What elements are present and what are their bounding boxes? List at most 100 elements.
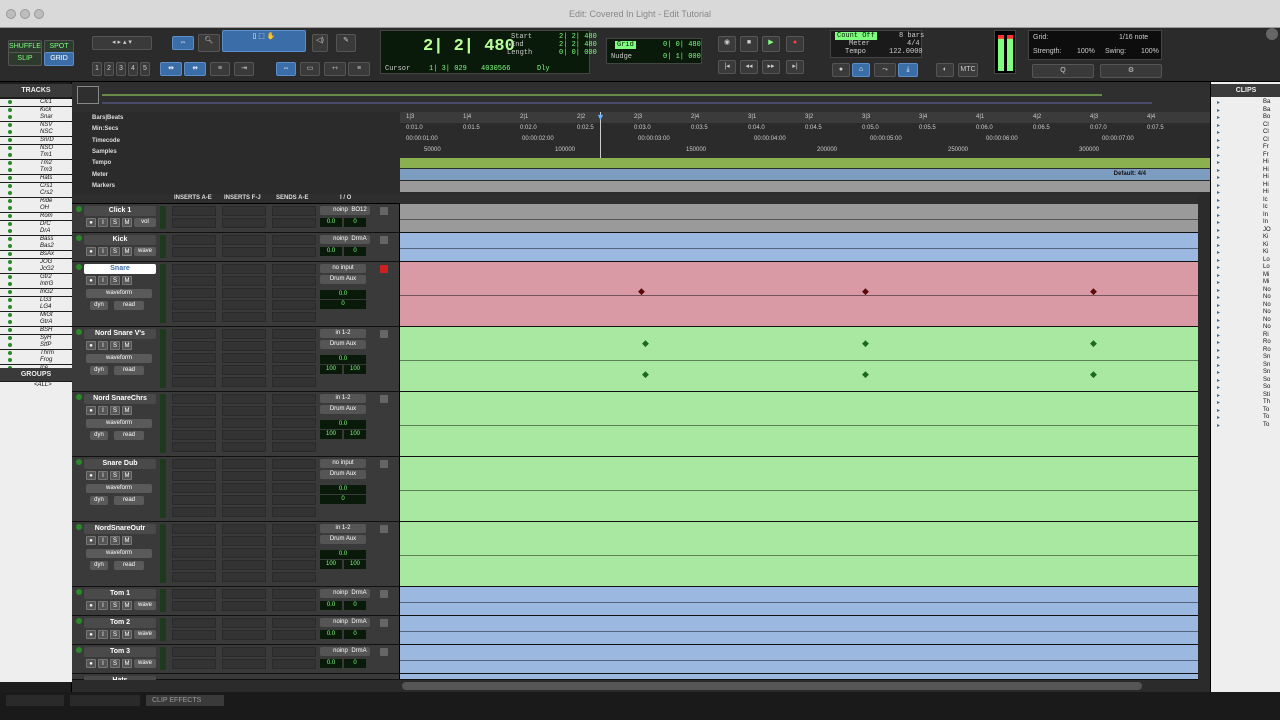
insert-slot[interactable]	[172, 459, 216, 469]
universe-overview[interactable]	[72, 82, 1210, 112]
clip-expand-icon[interactable]: ▸	[1217, 362, 1220, 369]
track-name[interactable]: Snare Dub	[84, 459, 156, 469]
clip-expand-icon[interactable]: ▸	[1217, 422, 1220, 429]
insert-slot[interactable]	[222, 601, 266, 611]
clip-list-item[interactable]: No ▸	[1211, 317, 1280, 324]
clip-expand-icon[interactable]: ▸	[1217, 174, 1220, 181]
insert-slot[interactable]	[172, 312, 216, 322]
send-slot[interactable]	[272, 471, 316, 481]
count-off-label[interactable]: Count Off	[835, 32, 877, 40]
grid-label[interactable]: Grid	[615, 41, 636, 49]
output-selector[interactable]: DrmA	[348, 647, 370, 656]
input-selector[interactable]: in 1-2	[320, 394, 366, 403]
send-slot[interactable]	[272, 589, 316, 599]
ruler-samples[interactable]: Samples	[92, 149, 117, 155]
input-selector[interactable]: no input	[320, 264, 366, 273]
send-slot[interactable]	[272, 365, 316, 375]
insert-slot[interactable]	[222, 495, 266, 505]
ruler-meter[interactable]: Meter	[92, 172, 108, 178]
track-visible-icon[interactable]	[8, 274, 12, 279]
send-slot[interactable]	[272, 394, 316, 404]
settings-gear-icon[interactable]: ⚙	[1100, 64, 1162, 78]
insert-slot[interactable]	[172, 483, 216, 493]
track-visible-icon[interactable]	[8, 252, 12, 256]
track-options-icon[interactable]	[380, 525, 388, 533]
track-options-icon[interactable]	[380, 330, 388, 338]
input-monitor-button[interactable]: I	[98, 247, 108, 256]
send-slot[interactable]	[272, 483, 316, 493]
clip-list-item[interactable]: Sn ▸	[1211, 362, 1280, 369]
insert-slot[interactable]	[222, 507, 266, 517]
ruler-min-secs[interactable]: Min:Secs	[92, 126, 118, 132]
nudge-label[interactable]: Nudge	[611, 53, 632, 61]
send-slot[interactable]	[272, 235, 316, 245]
automation-dyn-selector[interactable]: dyn	[90, 561, 108, 570]
insert-slot[interactable]	[222, 377, 266, 387]
mute-button[interactable]: M	[122, 341, 132, 350]
track-color-icon[interactable]	[76, 524, 82, 530]
insert-slot[interactable]	[172, 235, 216, 245]
send-slot[interactable]	[272, 618, 316, 628]
insert-slot[interactable]	[222, 548, 266, 558]
bars-beats-lane[interactable]: 1|3 1|4 2|1 2|2 2|3 2|4 3|1 3|2 3|3 3|4 4|1 4|2 4|3 4…	[400, 112, 1210, 123]
record-enable-button[interactable]: ●	[86, 247, 96, 256]
track-visible-icon[interactable]	[8, 191, 12, 196]
track-view-selector[interactable]: waveform	[86, 549, 152, 558]
link-timeline-icon[interactable]: ⇹	[160, 62, 182, 76]
clip-list-item[interactable]: Ic ▸	[1211, 204, 1280, 211]
pan-value[interactable]: 0	[344, 247, 366, 256]
track-color-icon[interactable]	[76, 647, 82, 653]
insert-slot[interactable]	[222, 459, 266, 469]
track-list-item[interactable]: Crs1	[0, 182, 72, 190]
mute-button[interactable]: M	[122, 601, 132, 610]
track-list-item[interactable]: Kick	[0, 106, 72, 114]
track-color-icon[interactable]	[76, 206, 82, 212]
track-visible-icon[interactable]	[8, 305, 12, 310]
clip-expand-icon[interactable]: ▸	[1217, 122, 1220, 129]
clip-expand-icon[interactable]: ▸	[1217, 272, 1220, 279]
track-list-item[interactable]: Bass	[0, 235, 72, 243]
insert-slot[interactable]	[172, 288, 216, 298]
track-list-item[interactable]: JcG2	[0, 266, 72, 274]
record-enable-button[interactable]: ●	[86, 276, 96, 285]
fast-forward-button[interactable]: ▸▸	[762, 60, 780, 74]
track-playlist-lane[interactable]	[400, 616, 1198, 644]
track-options-icon[interactable]	[380, 648, 388, 656]
zoom-preset-4[interactable]: 4	[128, 62, 138, 76]
clip-expand-icon[interactable]: ▸	[1217, 99, 1220, 106]
track-list-item[interactable]: GtrA	[0, 319, 72, 327]
insert-slot[interactable]	[222, 418, 266, 428]
insert-slot[interactable]	[222, 471, 266, 481]
insert-slot[interactable]	[222, 536, 266, 546]
send-slot[interactable]	[272, 572, 316, 582]
clip-expand-icon[interactable]: ▸	[1217, 197, 1220, 204]
automation-mode-selector[interactable]: read	[114, 561, 144, 570]
input-selector[interactable]: no input	[320, 459, 366, 468]
clip-list-item[interactable]: Ki ▸	[1211, 242, 1280, 249]
track-visible-icon[interactable]	[8, 183, 12, 188]
solo-button[interactable]: S	[110, 601, 120, 610]
clip-expand-icon[interactable]: ▸	[1217, 227, 1220, 234]
track-visible-icon[interactable]	[8, 259, 12, 264]
trim-select-grab-tools[interactable]: ▯ ⬚ ✋	[222, 30, 306, 52]
grid-mode-button[interactable]: GRID	[44, 52, 74, 66]
sync-icon[interactable]: ◐	[936, 63, 954, 77]
length-value[interactable]: 0| 0| 000	[559, 49, 597, 57]
grid-panel-grid-value[interactable]: 1/16 note	[1119, 34, 1148, 41]
clip-list-item[interactable]: Hi ▸	[1211, 189, 1280, 196]
clip-list-item[interactable]: Ba ▸	[1211, 99, 1280, 106]
pan-value[interactable]: 0	[344, 630, 366, 639]
input-monitor-button[interactable]: I	[98, 218, 108, 227]
pan-value[interactable]: 0	[344, 218, 366, 227]
send-slot[interactable]	[272, 312, 316, 322]
insert-slot[interactable]	[172, 353, 216, 363]
solo-button[interactable]: S	[110, 341, 120, 350]
volume-value[interactable]: 0.0	[320, 659, 342, 668]
track-view-selector[interactable]: waveform	[86, 289, 152, 298]
clip-list-item[interactable]: Ki ▸	[1211, 234, 1280, 241]
min-secs-lane[interactable]: 0:01.0 0:01.5 0:02.0 0:02.5 0:03.0 0:03.5 0:04…	[400, 123, 1210, 134]
pan-left-value[interactable]: 100	[320, 365, 342, 374]
pan-left-value[interactable]: 100	[320, 430, 342, 439]
clip-list-item[interactable]: Fr ▸	[1211, 152, 1280, 159]
grid-nudge-panel[interactable]: Grid 0| 0| 480 Nudge 0| 1| 000	[606, 38, 702, 64]
